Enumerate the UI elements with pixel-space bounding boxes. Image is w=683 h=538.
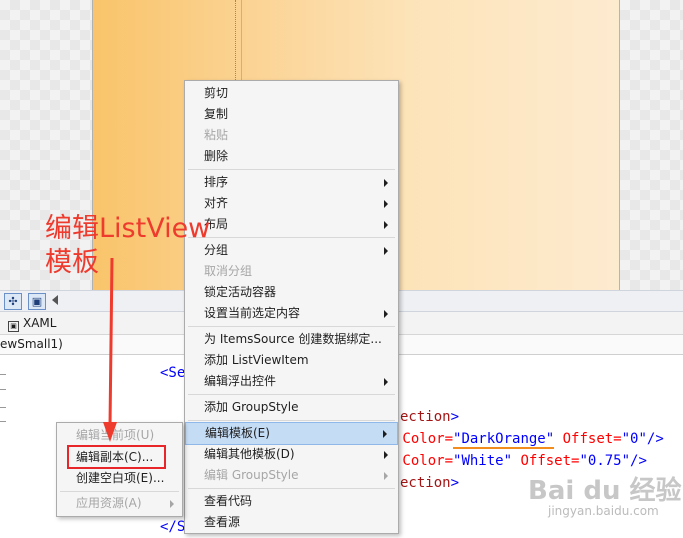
annotation-arrow (103, 257, 117, 442)
annotation-arrow-head (103, 422, 117, 442)
watermark-logo: Bai du 经验 (528, 476, 682, 506)
watermark-url: jingyan.baidu.com (548, 504, 659, 518)
watermark: Bai du 经验 jingyan.baidu.com (528, 470, 682, 530)
annotation-arrow-shaft (108, 257, 114, 427)
